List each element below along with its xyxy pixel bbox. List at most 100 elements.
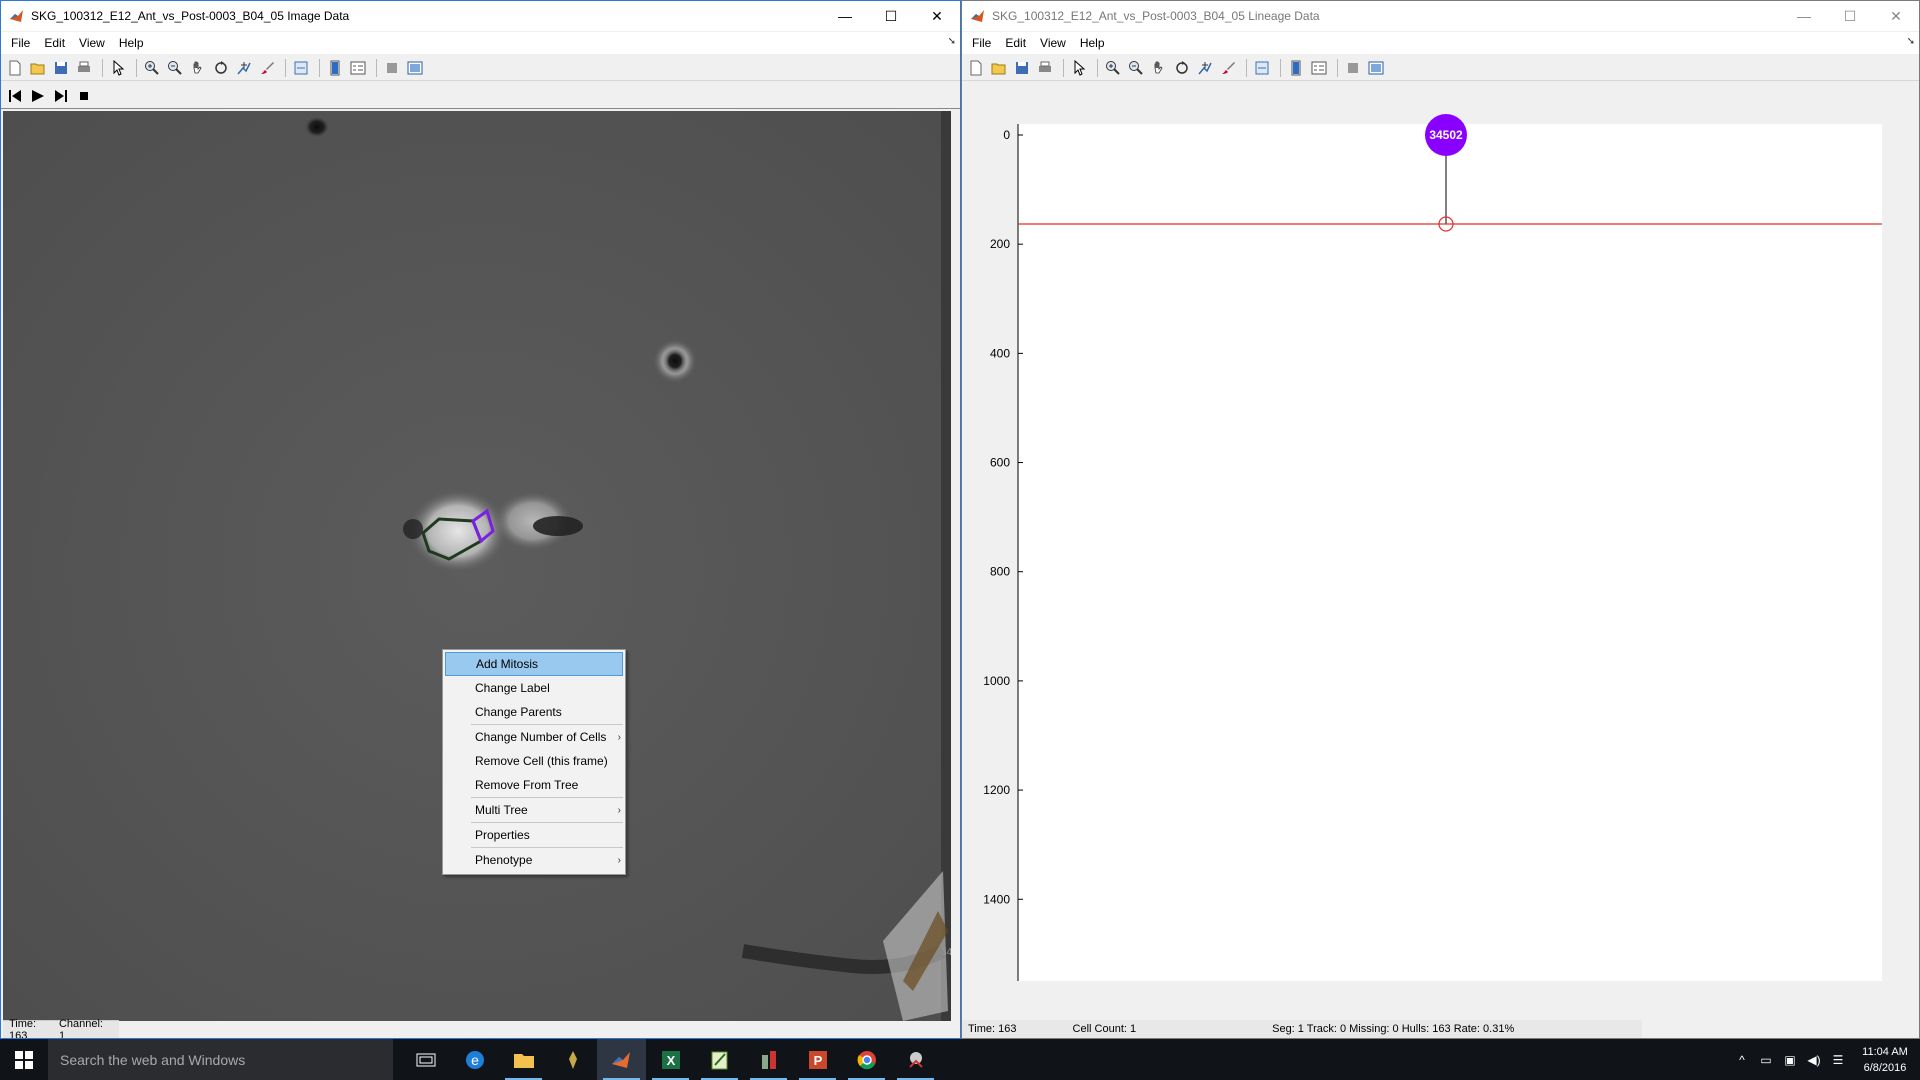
maximize-button[interactable]: ☐: [1827, 1, 1873, 31]
play-icon[interactable]: [28, 86, 48, 106]
new-file-button[interactable]: [966, 58, 986, 78]
microscopy-image[interactable]: 344 Add Mitosis Change Label Change Pare…: [3, 111, 951, 1021]
title-bar[interactable]: SKG_100312_E12_Ant_vs_Post-0003_B04_05 I…: [1, 1, 960, 31]
zoom-out-icon[interactable]: [165, 58, 185, 78]
select-arrow-icon[interactable]: [1069, 58, 1089, 78]
zoom-in-icon[interactable]: [1103, 58, 1123, 78]
svg-text:P: P: [813, 1053, 822, 1068]
clock[interactable]: 11:04 AM 6/8/2016: [1850, 1044, 1920, 1076]
rotate-icon[interactable]: [1172, 58, 1192, 78]
menu-item-change-number-of-cells[interactable]: Change Number of Cells ›: [443, 725, 625, 749]
taskbar-search[interactable]: Search the web and Windows: [48, 1039, 393, 1080]
menu-item-remove-from-tree[interactable]: Remove From Tree: [443, 773, 625, 797]
menu-file[interactable]: File: [5, 36, 36, 50]
new-file-button[interactable]: [5, 58, 25, 78]
y-tick-label: 600: [990, 456, 1010, 470]
network-icon[interactable]: ▣: [1778, 1053, 1802, 1067]
stop-icon[interactable]: [74, 86, 94, 106]
brush-icon[interactable]: [257, 58, 277, 78]
menu-help[interactable]: Help: [113, 36, 150, 50]
window-title: SKG_100312_E12_Ant_vs_Post-0003_B04_05 L…: [992, 9, 1320, 23]
menu-item-change-parents[interactable]: Change Parents: [443, 700, 625, 724]
close-button[interactable]: ✕: [1873, 1, 1919, 31]
hide-plot-tools-icon[interactable]: [1343, 58, 1363, 78]
lineage-root-node[interactable]: 34502: [1425, 114, 1467, 156]
tool-icon[interactable]: [744, 1039, 793, 1080]
legend-icon[interactable]: [1309, 58, 1329, 78]
y-tick-label: 800: [990, 565, 1010, 579]
minimize-button[interactable]: —: [1781, 1, 1827, 31]
menu-item-phenotype[interactable]: Phenotype ›: [443, 848, 625, 872]
battery-icon[interactable]: ▭: [1754, 1053, 1778, 1067]
menu-item-change-label[interactable]: Change Label: [443, 676, 625, 700]
menu-view[interactable]: View: [1034, 36, 1072, 50]
volume-icon[interactable]: ◀): [1802, 1053, 1826, 1067]
menu-view[interactable]: View: [73, 36, 111, 50]
pan-hand-icon[interactable]: [1149, 58, 1169, 78]
step-back-icon[interactable]: [5, 86, 25, 106]
matlab-icon[interactable]: [597, 1039, 646, 1080]
dock-arrow-icon[interactable]: ➘: [1907, 36, 1915, 47]
menu-item-multi-tree[interactable]: Multi Tree ›: [443, 798, 625, 822]
show-plot-tools-icon[interactable]: [405, 58, 425, 78]
status-stats: Seg: 1 Track: 0 Missing: 0 Hulls: 163 Ra…: [1272, 1023, 1515, 1035]
notifications-icon[interactable]: ☰: [1826, 1053, 1850, 1067]
title-bar[interactable]: SKG_100312_E12_Ant_vs_Post-0003_B04_05 L…: [962, 1, 1919, 31]
minimize-button[interactable]: —: [822, 1, 868, 31]
save-button[interactable]: [1012, 58, 1032, 78]
file-explorer-icon[interactable]: [499, 1039, 548, 1080]
zoom-out-icon[interactable]: [1126, 58, 1146, 78]
edge-icon[interactable]: e: [450, 1039, 499, 1080]
playback-bar: [1, 83, 960, 109]
y-tick-label: 400: [990, 346, 1010, 360]
print-button[interactable]: [74, 58, 94, 78]
print-button[interactable]: [1035, 58, 1055, 78]
legend-icon[interactable]: [348, 58, 368, 78]
task-view-icon[interactable]: [401, 1039, 450, 1080]
link-icon[interactable]: [1252, 58, 1272, 78]
axes-area[interactable]: [1018, 124, 1882, 981]
save-button[interactable]: [51, 58, 71, 78]
menu-edit[interactable]: Edit: [38, 36, 71, 50]
open-folder-button[interactable]: [28, 58, 48, 78]
menu-file[interactable]: File: [966, 36, 997, 50]
dock-arrow-icon[interactable]: ➘: [948, 36, 956, 47]
clock-date: 6/8/2016: [1863, 1061, 1907, 1074]
data-cursor-icon[interactable]: [1195, 58, 1215, 78]
link-icon[interactable]: [291, 58, 311, 78]
menu-help[interactable]: Help: [1074, 36, 1111, 50]
brush-icon[interactable]: [1218, 58, 1238, 78]
y-axis-ticks: 0 200 400 600 800 1000 1200 1400: [983, 128, 1023, 906]
colorbar-icon[interactable]: [1286, 58, 1306, 78]
show-plot-tools-icon[interactable]: [1366, 58, 1386, 78]
select-arrow-icon[interactable]: [108, 58, 128, 78]
step-forward-icon[interactable]: [51, 86, 71, 106]
network-app-icon[interactable]: [891, 1039, 940, 1080]
y-tick-label: 0: [1003, 128, 1010, 142]
powerpoint-icon[interactable]: P: [793, 1039, 842, 1080]
menu-item-add-mitosis[interactable]: Add Mitosis: [445, 652, 623, 676]
app-icon[interactable]: [548, 1039, 597, 1080]
rotate-icon[interactable]: [211, 58, 231, 78]
matlab-icon: [10, 10, 23, 22]
start-button[interactable]: [0, 1039, 48, 1080]
excel-icon[interactable]: X: [646, 1039, 695, 1080]
data-cursor-icon[interactable]: [234, 58, 254, 78]
chevron-up-icon[interactable]: ^: [1730, 1053, 1754, 1067]
menu-item-properties[interactable]: Properties: [443, 823, 625, 847]
open-folder-button[interactable]: [989, 58, 1009, 78]
notepad-icon[interactable]: [695, 1039, 744, 1080]
close-button[interactable]: ✕: [914, 1, 960, 31]
image-data-window: SKG_100312_E12_Ant_vs_Post-0003_B04_05 I…: [0, 0, 961, 1039]
colorbar-icon[interactable]: [325, 58, 345, 78]
maximize-button[interactable]: ☐: [868, 1, 914, 31]
chrome-icon[interactable]: [842, 1039, 891, 1080]
hide-plot-tools-icon[interactable]: [382, 58, 402, 78]
submenu-arrow-icon: ›: [617, 804, 621, 816]
lineage-tree-plot[interactable]: 0 200 400 600 800 1000 1200 1400 34502: [962, 85, 1919, 1015]
status-bar: Time: 163 Cell Count: 1 Seg: 1 Track: 0 …: [962, 1020, 1642, 1038]
menu-edit[interactable]: Edit: [999, 36, 1032, 50]
zoom-in-icon[interactable]: [142, 58, 162, 78]
menu-item-remove-cell-this-frame[interactable]: Remove Cell (this frame): [443, 749, 625, 773]
pan-hand-icon[interactable]: [188, 58, 208, 78]
